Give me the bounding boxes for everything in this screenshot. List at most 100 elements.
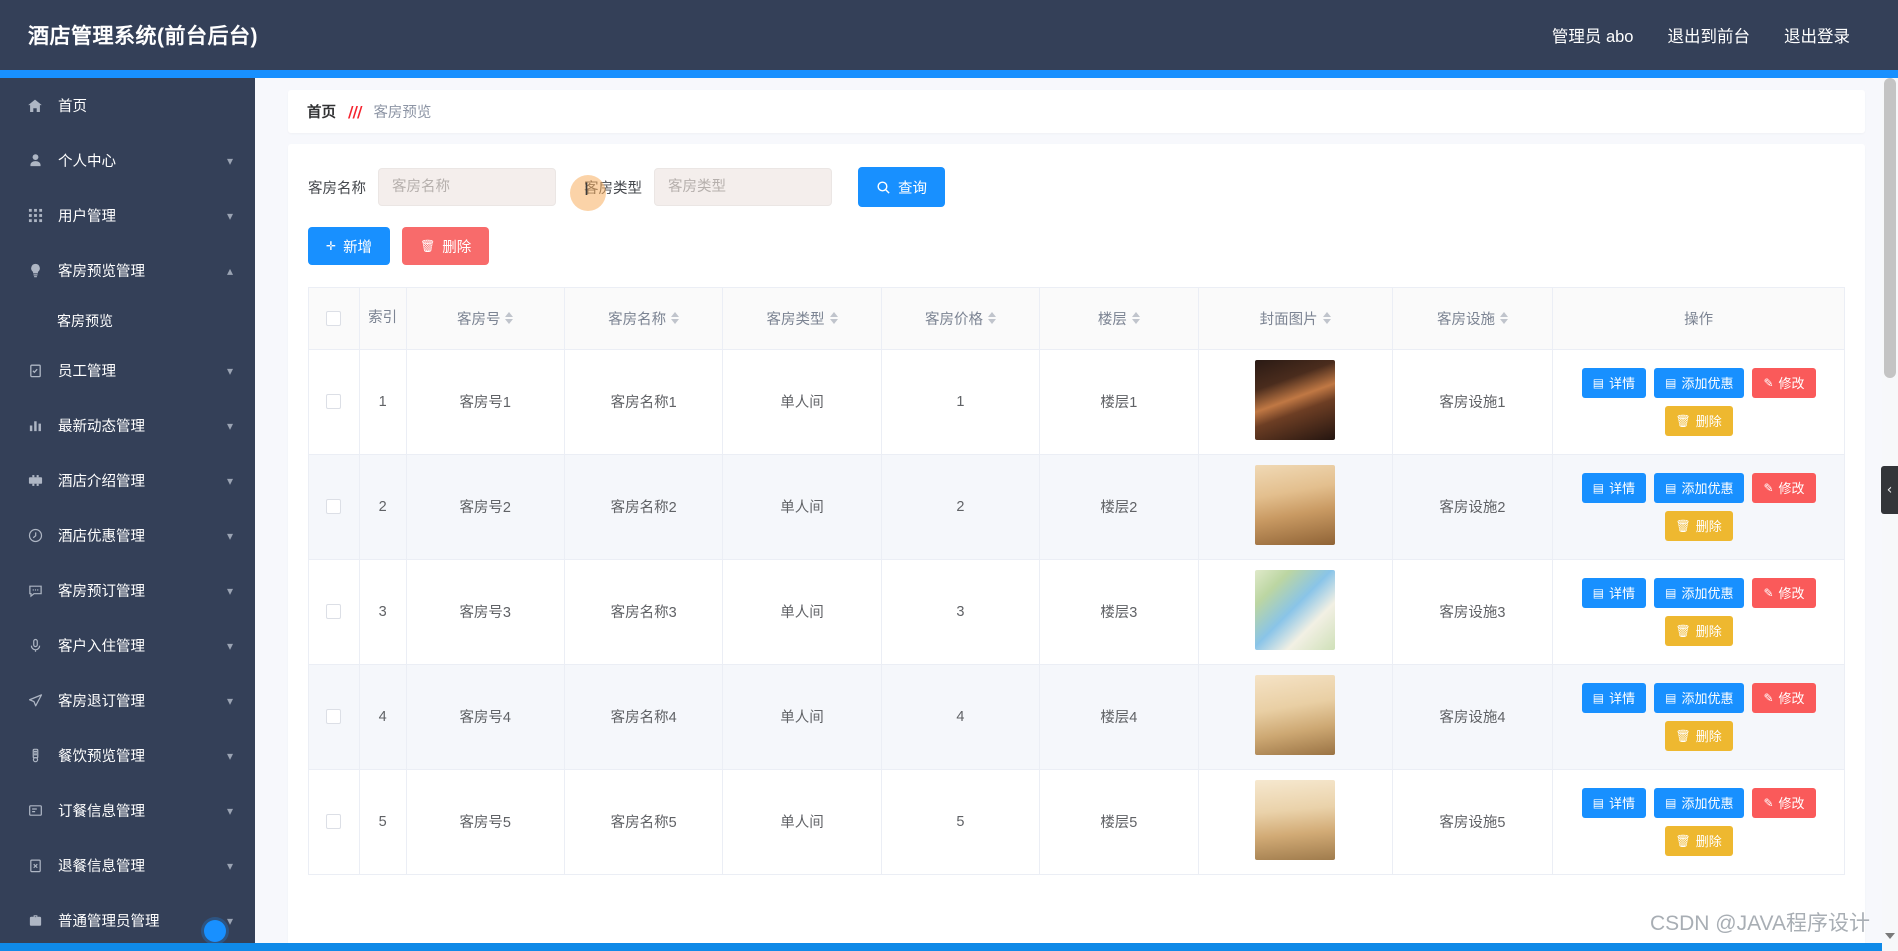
cell-facilities: 客房设施2 bbox=[1392, 454, 1554, 560]
add-promotion-button[interactable]: ▤ 添加优惠 bbox=[1654, 682, 1745, 713]
sidebar-item-meal-order-management[interactable]: 订餐信息管理 ▾ bbox=[0, 783, 255, 838]
sort-icon[interactable] bbox=[1499, 312, 1508, 325]
top-header: 酒店管理系统(前台后台) 管理员 abo 退出到前台 退出登录 bbox=[0, 0, 1898, 70]
add-promotion-button[interactable]: ▤ 添加优惠 bbox=[1654, 472, 1745, 503]
chevron-down-icon: ▾ bbox=[226, 858, 233, 873]
remove-button[interactable]: 🗑 删除 bbox=[1664, 510, 1733, 541]
logout-link[interactable]: 退出登录 bbox=[1784, 23, 1850, 47]
row-checkbox[interactable] bbox=[326, 499, 342, 515]
sort-icon[interactable] bbox=[505, 312, 514, 325]
edit-button[interactable]: ✎ 修改 bbox=[1752, 472, 1816, 503]
admin-user-label[interactable]: 管理员 abo bbox=[1552, 23, 1634, 47]
edit-button[interactable]: ✎ 修改 bbox=[1752, 577, 1816, 608]
edit-button[interactable]: ✎ 修改 bbox=[1752, 787, 1816, 818]
room-thumbnail[interactable] bbox=[1255, 674, 1336, 755]
edit-button[interactable]: ✎ 修改 bbox=[1752, 682, 1816, 713]
chevron-down-icon: ▾ bbox=[226, 153, 233, 168]
edit-button[interactable]: ✎ 修改 bbox=[1752, 367, 1816, 398]
page-scrollbar[interactable] bbox=[1882, 78, 1898, 951]
row-checkbox[interactable] bbox=[326, 709, 342, 725]
sidebar-item-news-management[interactable]: 最新动态管理 ▾ bbox=[0, 398, 255, 453]
cell-floor: 楼层5 bbox=[1039, 769, 1199, 875]
row-action-group: ▤ 详情 ▤ 添加优惠 ✎ 修改 🗑 删除 bbox=[1557, 787, 1840, 856]
sidebar-item-room-booking-management[interactable]: 客房预订管理 ▾ bbox=[0, 563, 255, 618]
sidebar-item-hotel-intro-management[interactable]: 酒店介绍管理 ▾ bbox=[0, 453, 255, 508]
add-promotion-button[interactable]: ▤ 添加优惠 bbox=[1654, 367, 1745, 398]
detail-button[interactable]: ▤ 详情 bbox=[1581, 682, 1647, 713]
sidebar-item-room-cancel-management[interactable]: 客房退订管理 ▾ bbox=[0, 673, 255, 728]
detail-button[interactable]: ▤ 详情 bbox=[1581, 367, 1647, 398]
sort-icon[interactable] bbox=[671, 312, 680, 325]
rooms-table: 索引 客房号 客房名称 客房类型 客房价格 楼层 封面图片 客房设施 操作 1客… bbox=[309, 288, 1844, 875]
cell-room-type: 单人间 bbox=[722, 559, 882, 665]
th-room-no[interactable]: 客房号 bbox=[406, 288, 565, 350]
chevron-down-icon: ▾ bbox=[226, 208, 233, 223]
room-name-input[interactable] bbox=[378, 168, 556, 206]
sidebar-item-room-preview-management[interactable]: 客房预览管理 ▴ bbox=[0, 243, 255, 298]
row-checkbox[interactable] bbox=[326, 394, 342, 410]
chevron-down-icon: ▾ bbox=[226, 363, 233, 378]
pencil-icon: ✎ bbox=[1763, 585, 1774, 600]
room-thumbnail[interactable] bbox=[1255, 464, 1336, 545]
sidebar-item-catering-preview-management[interactable]: 餐饮预览管理 ▾ bbox=[0, 728, 255, 783]
chevron-down-icon: ▾ bbox=[226, 803, 233, 818]
thermometer-icon bbox=[24, 746, 46, 766]
scrollbar-thumb[interactable] bbox=[1884, 78, 1896, 378]
cell-room-no: 客房号2 bbox=[406, 454, 565, 560]
sort-icon[interactable] bbox=[1131, 312, 1140, 325]
cell-room-price: 1 bbox=[881, 349, 1041, 455]
panel-collapse-handle[interactable]: ‹ bbox=[1881, 466, 1898, 514]
room-thumbnail[interactable] bbox=[1255, 779, 1336, 860]
cell-index: 5 bbox=[359, 769, 407, 875]
sidebar-item-label: 酒店优惠管理 bbox=[58, 529, 145, 545]
add-promotion-button-label: 添加优惠 bbox=[1681, 586, 1734, 601]
th-floor[interactable]: 楼层 bbox=[1039, 288, 1199, 350]
cell-room-name: 客房名称1 bbox=[564, 349, 724, 455]
room-type-input[interactable] bbox=[654, 168, 832, 206]
clock-icon bbox=[24, 526, 46, 546]
sidebar-scroll-indicator[interactable] bbox=[204, 920, 226, 942]
edit-button-label: 修改 bbox=[1778, 586, 1805, 601]
sidebar-item-meal-refund-management[interactable]: 退餐信息管理 ▾ bbox=[0, 838, 255, 893]
cell-room-no: 客房号3 bbox=[406, 559, 565, 665]
document-icon: ▤ bbox=[1592, 795, 1605, 810]
detail-button[interactable]: ▤ 详情 bbox=[1581, 577, 1647, 608]
th-operations-label: 操作 bbox=[1684, 311, 1714, 328]
row-checkbox[interactable] bbox=[326, 604, 342, 620]
detail-button-label: 详情 bbox=[1609, 691, 1636, 706]
th-cover-image[interactable]: 封面图片 bbox=[1198, 288, 1393, 350]
add-promotion-button[interactable]: ▤ 添加优惠 bbox=[1654, 787, 1745, 818]
th-room-price[interactable]: 客房价格 bbox=[881, 288, 1041, 350]
sidebar-subitem-label: 客房预览 bbox=[57, 312, 113, 329]
detail-button[interactable]: ▤ 详情 bbox=[1581, 787, 1647, 818]
remove-button[interactable]: 🗑 删除 bbox=[1664, 720, 1733, 751]
sidebar-item-home[interactable]: 首页 bbox=[0, 78, 255, 133]
breadcrumb-home[interactable]: 首页 bbox=[307, 101, 336, 122]
remove-button[interactable]: 🗑 删除 bbox=[1664, 825, 1733, 856]
sort-icon[interactable] bbox=[829, 312, 838, 325]
sort-icon[interactable] bbox=[987, 312, 996, 325]
th-room-name[interactable]: 客房名称 bbox=[564, 288, 724, 350]
scroll-down-arrow-icon[interactable] bbox=[1885, 933, 1895, 939]
th-room-type[interactable]: 客房类型 bbox=[722, 288, 882, 350]
exit-to-frontend-link[interactable]: 退出到前台 bbox=[1668, 23, 1751, 47]
row-checkbox[interactable] bbox=[326, 814, 342, 830]
sidebar-item-personal-center[interactable]: 个人中心 ▾ bbox=[0, 133, 255, 188]
remove-button[interactable]: 🗑 删除 bbox=[1664, 405, 1733, 436]
select-all-checkbox[interactable] bbox=[326, 310, 342, 326]
add-promotion-button[interactable]: ▤ 添加优惠 bbox=[1654, 577, 1745, 608]
room-thumbnail[interactable] bbox=[1255, 359, 1336, 440]
sidebar-item-staff-management[interactable]: 员工管理 ▾ bbox=[0, 343, 255, 398]
add-button[interactable]: ✛ 新增 bbox=[308, 227, 391, 265]
sidebar-item-user-management[interactable]: 用户管理 ▾ bbox=[0, 188, 255, 243]
remove-button[interactable]: 🗑 删除 bbox=[1664, 615, 1733, 646]
sidebar-subitem-room-preview[interactable]: 客房预览 bbox=[0, 298, 255, 343]
delete-button[interactable]: 🗑 删除 bbox=[402, 227, 490, 265]
room-thumbnail[interactable] bbox=[1255, 569, 1336, 650]
sidebar-item-guest-checkin-management[interactable]: 客户入住管理 ▾ bbox=[0, 618, 255, 673]
th-facilities[interactable]: 客房设施 bbox=[1392, 288, 1554, 350]
detail-button[interactable]: ▤ 详情 bbox=[1581, 472, 1647, 503]
query-button[interactable]: 查询 bbox=[858, 167, 945, 207]
sidebar-item-hotel-promotion-management[interactable]: 酒店优惠管理 ▾ bbox=[0, 508, 255, 563]
sort-icon[interactable] bbox=[1322, 312, 1331, 325]
